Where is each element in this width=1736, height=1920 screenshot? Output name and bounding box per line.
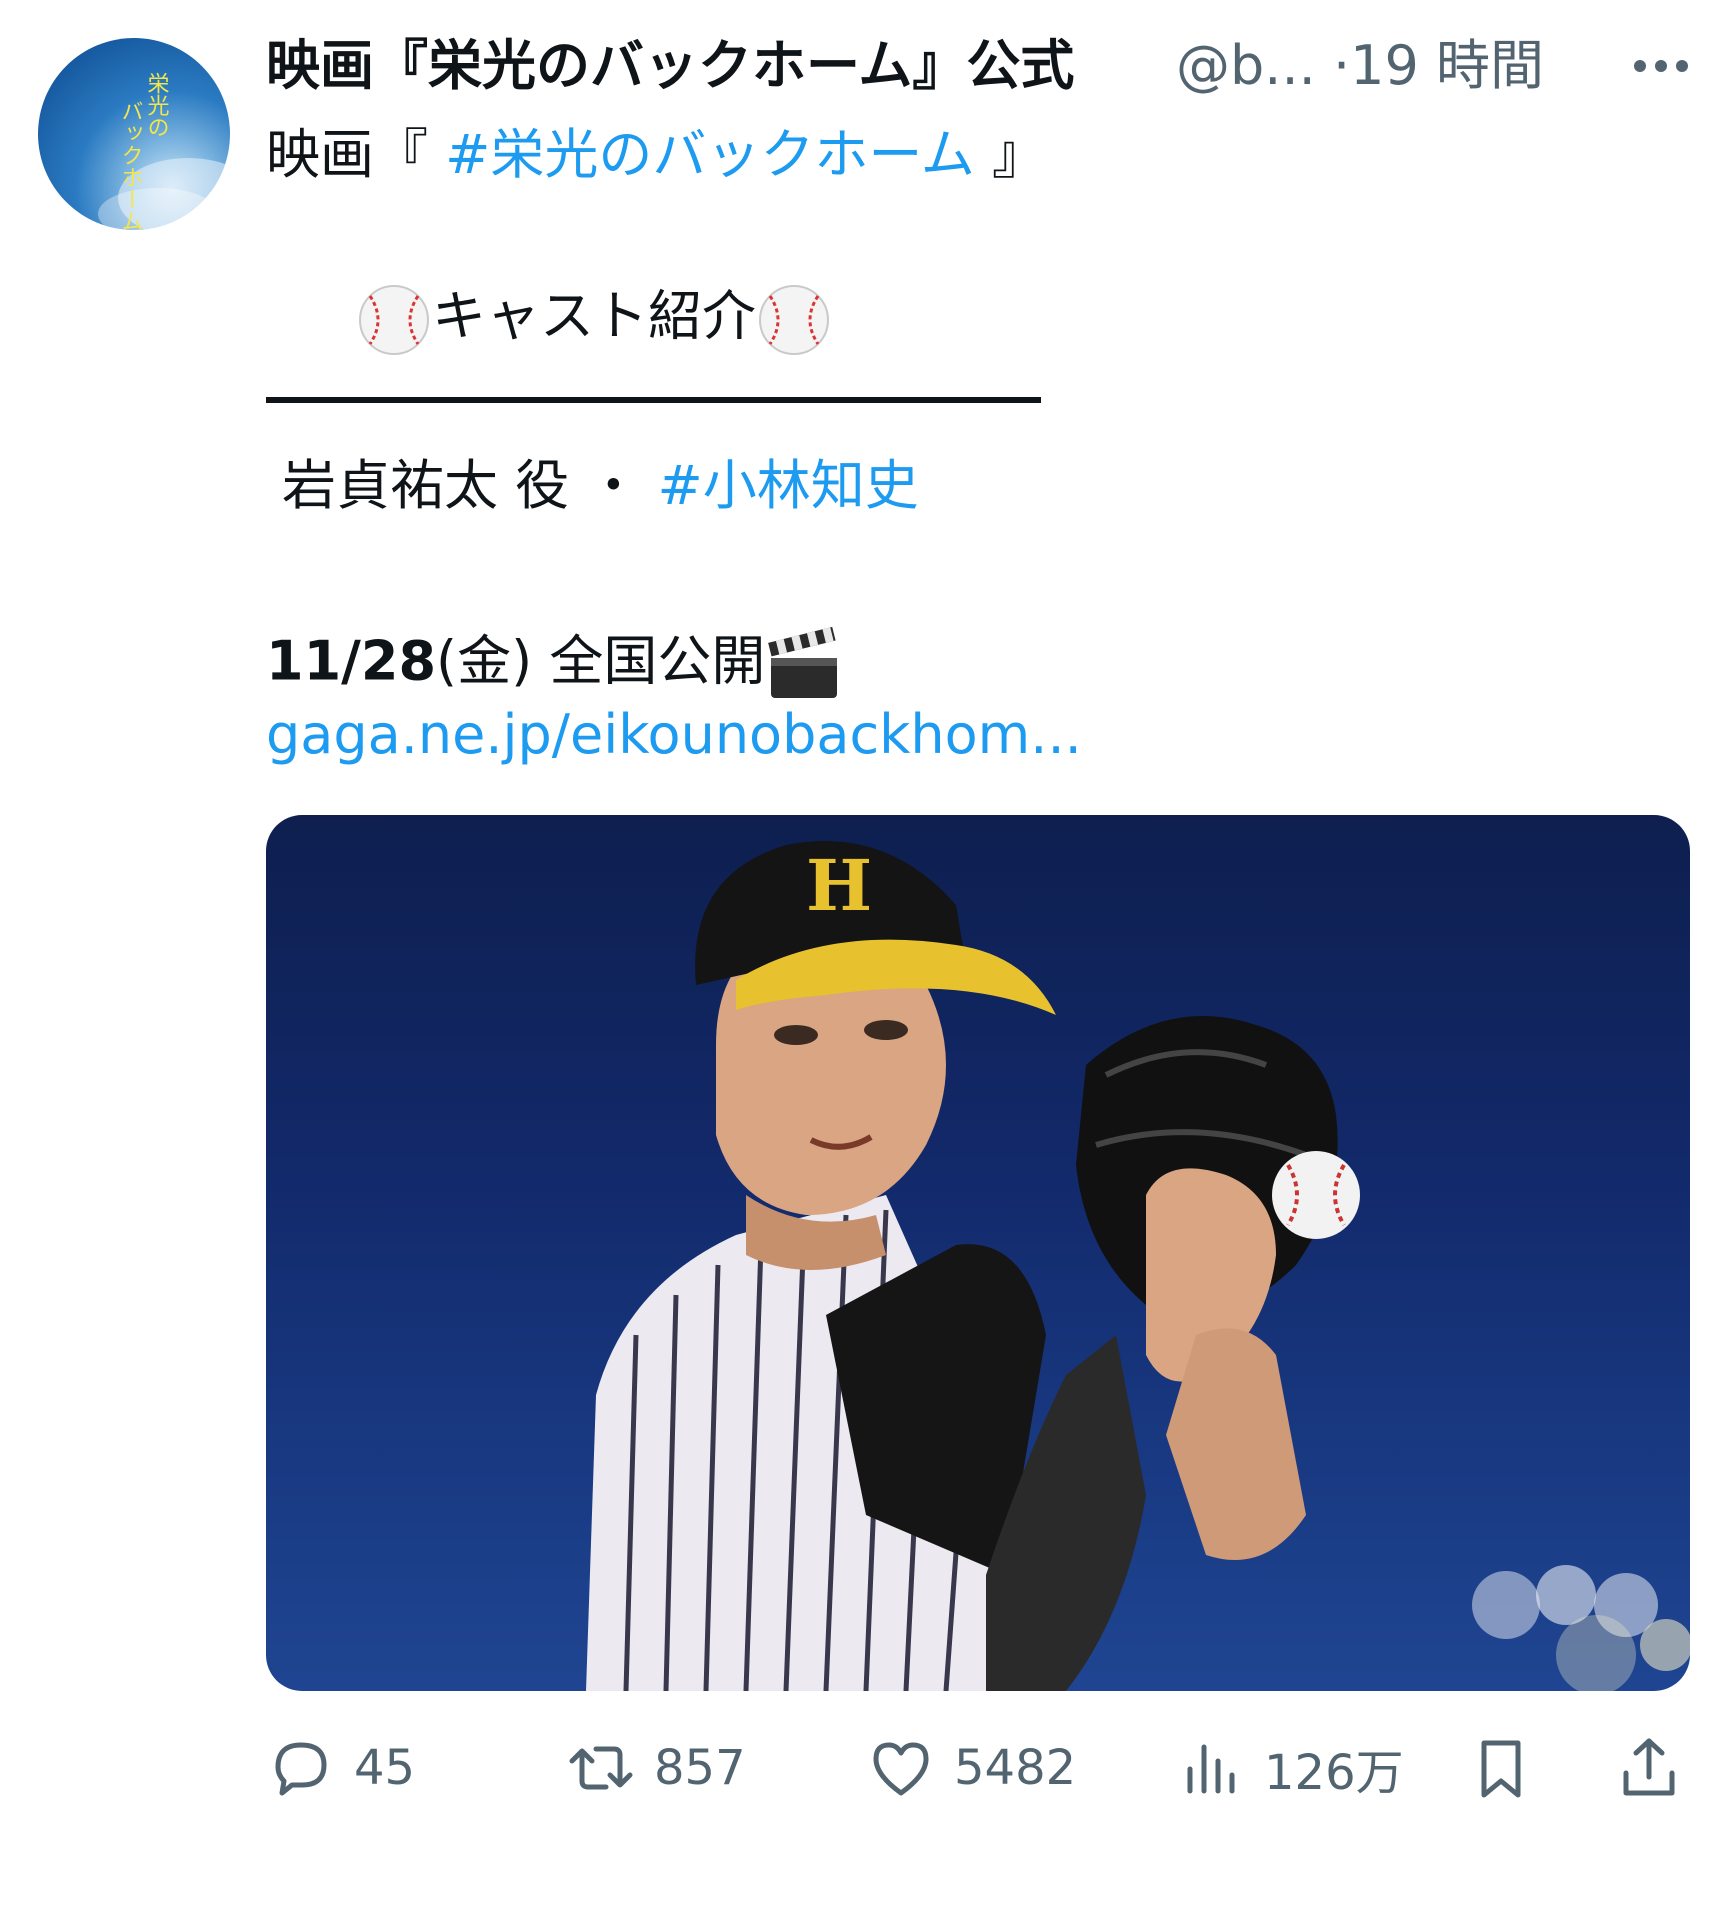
baseball-icon	[359, 285, 429, 355]
bookmark-button[interactable]	[1466, 1728, 1554, 1808]
avatar-title-col2: バックホーム	[118, 100, 143, 230]
display-name[interactable]: 映画『栄光のバックホーム』公式	[266, 34, 1074, 98]
time-separator: ·	[1332, 34, 1351, 97]
reply-button[interactable]: 45	[266, 1728, 415, 1808]
stadium-lights	[1472, 1565, 1690, 1691]
reply-icon	[275, 1742, 327, 1796]
role-text: 岩貞祐太 役 ・	[282, 454, 658, 517]
bookmark-icon	[1481, 1740, 1521, 1798]
divider-line	[266, 397, 1041, 403]
retweet-button[interactable]: 857	[566, 1728, 746, 1808]
heart-icon	[873, 1742, 929, 1796]
timestamp[interactable]: 19 時間	[1350, 34, 1544, 97]
retweet-icon	[569, 1746, 633, 1790]
hashtag-link-movie[interactable]: #栄光のバックホーム	[445, 123, 975, 186]
release-date: 11/28	[266, 629, 437, 693]
tweet-header: 映画『栄光のバックホーム』公式 @b... ·19 時間	[266, 30, 1716, 110]
tweet-text-line-1: 映画『 #栄光のバックホーム 』	[266, 122, 1046, 188]
handle-and-time: @b... ·19 時間	[1176, 34, 1544, 98]
views-button[interactable]: 126万	[1176, 1728, 1404, 1808]
avatar-title-col1: 栄光の	[144, 72, 170, 138]
share-icon	[1623, 1738, 1675, 1796]
retweet-count: 857	[654, 1740, 746, 1796]
cap-logo: H	[806, 844, 872, 927]
views-count: 126万	[1264, 1745, 1404, 1801]
release-line: 11/28(金) 全国公開	[266, 626, 843, 704]
cast-heading-line: キャスト紹介	[356, 282, 832, 358]
handle[interactable]: @b...	[1176, 34, 1316, 97]
tweet-media-image[interactable]: H	[266, 815, 1690, 1691]
tweet-text-suffix: 』	[974, 123, 1046, 186]
role-line: 岩貞祐太 役 ・ #小林知史	[282, 453, 919, 519]
media-illustration: H	[586, 841, 1690, 1691]
release-text: (金) 全国公開	[436, 629, 766, 693]
like-button[interactable]: 5482	[866, 1728, 1076, 1808]
tweet-text-prefix: 映画『	[266, 123, 446, 186]
reply-count: 45	[354, 1740, 416, 1796]
cast-heading: キャスト紹介	[432, 284, 756, 348]
more-options-icon[interactable]	[1626, 36, 1696, 96]
baseball-icon	[759, 285, 829, 355]
external-link[interactable]: gaga.ne.jp/eikounobackhom...	[266, 702, 1082, 768]
clapperboard-icon	[768, 626, 838, 698]
like-count: 5482	[954, 1740, 1077, 1796]
tweet-actions: 45 857 5482 126万	[266, 1728, 1690, 1808]
views-chart-icon	[1187, 1744, 1235, 1794]
share-button[interactable]	[1614, 1728, 1702, 1808]
avatar-art: 栄光の バックホーム	[98, 72, 230, 230]
avatar[interactable]: 栄光の バックホーム	[38, 38, 230, 230]
hashtag-link-actor[interactable]: #小林知史	[658, 454, 919, 517]
